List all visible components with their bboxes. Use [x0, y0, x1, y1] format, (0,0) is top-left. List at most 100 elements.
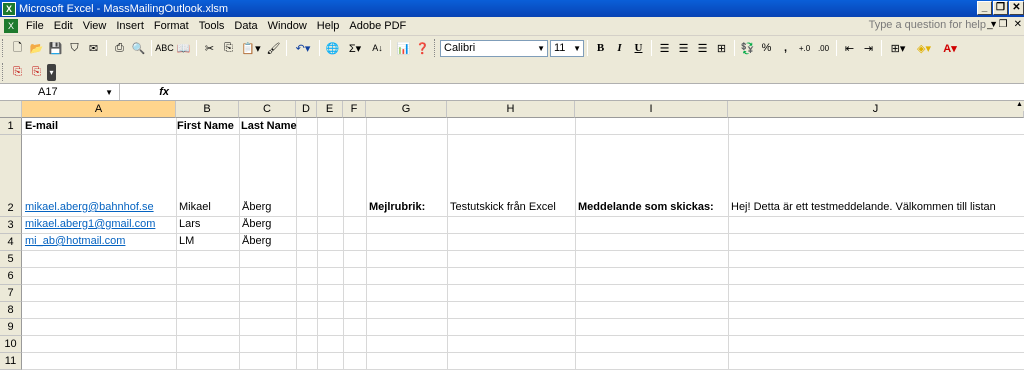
print-icon[interactable]: ⎙: [111, 40, 128, 57]
align-left-icon[interactable]: ☰: [656, 40, 673, 57]
row-header-10[interactable]: 10: [0, 336, 22, 353]
column-header-b[interactable]: B: [176, 101, 239, 118]
menu-adobe-pdf[interactable]: Adobe PDF: [344, 20, 411, 32]
chevron-down-icon[interactable]: ▼: [105, 88, 115, 97]
hyperlink-icon[interactable]: 🌐: [324, 40, 341, 57]
cell-c4[interactable]: Åberg: [239, 235, 296, 247]
menu-view[interactable]: View: [78, 20, 112, 32]
row-header-1[interactable]: 1: [0, 118, 22, 135]
cell-a4[interactable]: mi_ab@hotmail.com: [22, 235, 176, 247]
cell-b2[interactable]: Mikael: [176, 201, 239, 213]
print-preview-icon[interactable]: 🔍: [130, 40, 147, 57]
scroll-up-arrow-icon[interactable]: ▲: [1016, 101, 1024, 111]
align-center-icon[interactable]: ☰: [675, 40, 692, 57]
restore-button[interactable]: ❐: [993, 1, 1008, 15]
row-header-9[interactable]: 9: [0, 319, 22, 336]
column-header-h[interactable]: H: [447, 101, 575, 118]
menu-help[interactable]: Help: [312, 20, 345, 32]
column-header-a[interactable]: A: [22, 101, 176, 118]
research-icon[interactable]: 📖: [175, 40, 192, 57]
menu-tools[interactable]: Tools: [194, 20, 230, 32]
row-header-5[interactable]: 5: [0, 251, 22, 268]
pdf-email-icon[interactable]: ⎘: [28, 64, 45, 81]
menu-file[interactable]: File: [21, 20, 49, 32]
fill-color-icon[interactable]: ◈▾: [912, 40, 936, 57]
font-name-select[interactable]: Calibri ▼: [440, 39, 548, 57]
row-header-8[interactable]: 8: [0, 302, 22, 319]
cut-icon[interactable]: ✂: [201, 40, 218, 57]
cell-b3[interactable]: Lars: [176, 218, 239, 230]
align-right-icon[interactable]: ☰: [694, 40, 711, 57]
font-size-select[interactable]: 11 ▼: [550, 39, 584, 57]
cell-g2[interactable]: Mejlrubrik:: [366, 201, 447, 213]
toolbar-options-icon[interactable]: ▾: [47, 63, 56, 81]
merge-center-icon[interactable]: ⊞: [713, 40, 730, 57]
column-header-c[interactable]: C: [239, 101, 296, 118]
column-header-f[interactable]: F: [343, 101, 366, 118]
doc-close-button[interactable]: ✕: [1014, 19, 1022, 30]
column-header-g[interactable]: G: [366, 101, 447, 118]
email-icon[interactable]: ✉: [85, 40, 102, 57]
cell-i2[interactable]: Meddelande som skickas:: [575, 201, 728, 213]
cell-a1[interactable]: E-mail: [22, 120, 176, 132]
copy-icon[interactable]: ⎘: [220, 40, 237, 57]
increase-indent-icon[interactable]: ⇥: [860, 40, 877, 57]
row-header-11[interactable]: 11: [0, 353, 22, 370]
cell-c2[interactable]: Åberg: [239, 201, 296, 213]
column-header-d[interactable]: D: [296, 101, 317, 118]
doc-restore-button[interactable]: ❐: [999, 19, 1008, 30]
minimize-button[interactable]: _: [977, 1, 992, 15]
font-color-icon[interactable]: A▾: [938, 40, 962, 57]
column-header-i[interactable]: I: [575, 101, 728, 118]
open-icon[interactable]: 📂: [28, 40, 45, 57]
convert-to-pdf-icon[interactable]: ⎘: [9, 64, 26, 81]
row-header-2[interactable]: 2: [0, 135, 22, 217]
name-box[interactable]: A17 ▼: [0, 84, 120, 100]
toolbar-grip[interactable]: [2, 39, 6, 57]
increase-decimal-icon[interactable]: +.0: [796, 40, 813, 57]
paste-icon[interactable]: 📋▾: [239, 40, 263, 57]
menu-format[interactable]: Format: [149, 20, 194, 32]
permission-icon[interactable]: ⛉: [66, 40, 83, 57]
format-painter-icon[interactable]: 🖌: [265, 40, 282, 57]
help-search-input[interactable]: Type a question for help: [869, 19, 986, 31]
cell-c3[interactable]: Åberg: [239, 218, 296, 230]
select-all-corner[interactable]: [0, 101, 22, 118]
decrease-indent-icon[interactable]: ⇤: [841, 40, 858, 57]
workbook-icon[interactable]: X: [4, 19, 18, 33]
cell-b4[interactable]: LM: [176, 235, 239, 247]
formula-input[interactable]: [175, 84, 1024, 100]
comma-button[interactable]: ,: [777, 40, 794, 57]
spelling-icon[interactable]: ABC: [155, 40, 174, 57]
underline-button[interactable]: U: [630, 40, 647, 57]
cell-c1[interactable]: Last Name: [239, 120, 303, 132]
italic-button[interactable]: I: [611, 40, 628, 57]
new-icon[interactable]: 🗋: [9, 40, 26, 57]
toolbar-grip-2[interactable]: [434, 39, 438, 57]
save-icon[interactable]: 💾: [47, 40, 64, 57]
column-header-e[interactable]: E: [317, 101, 343, 118]
function-icon[interactable]: fx: [120, 86, 175, 98]
undo-icon[interactable]: ↶▾: [291, 40, 315, 57]
bold-button[interactable]: B: [592, 40, 609, 57]
help-icon[interactable]: ❓: [414, 40, 431, 57]
cell-b1[interactable]: First Name: [176, 120, 239, 132]
menu-window[interactable]: Window: [263, 20, 312, 32]
cell-j2[interactable]: Hej! Detta är ett testmeddelande. Välkom…: [728, 201, 1024, 213]
menu-edit[interactable]: Edit: [49, 20, 78, 32]
cell-a2[interactable]: mikael.aberg@bahnhof.se: [22, 201, 176, 213]
column-header-j[interactable]: J: [728, 101, 1024, 118]
menu-insert[interactable]: Insert: [111, 20, 149, 32]
menu-data[interactable]: Data: [229, 20, 262, 32]
percent-button[interactable]: %: [758, 40, 775, 57]
cell-h2[interactable]: Testutskick från Excel: [447, 201, 575, 213]
sort-ascending-icon[interactable]: A↓: [369, 40, 386, 57]
chart-wizard-icon[interactable]: 📊: [395, 40, 412, 57]
row-header-7[interactable]: 7: [0, 285, 22, 302]
cell-a3[interactable]: mikael.aberg1@gmail.com: [22, 218, 176, 230]
row-header-6[interactable]: 6: [0, 268, 22, 285]
row-header-3[interactable]: 3: [0, 217, 22, 234]
borders-icon[interactable]: ⊞▾: [886, 40, 910, 57]
row-header-4[interactable]: 4: [0, 234, 22, 251]
close-button[interactable]: ✕: [1009, 1, 1024, 15]
